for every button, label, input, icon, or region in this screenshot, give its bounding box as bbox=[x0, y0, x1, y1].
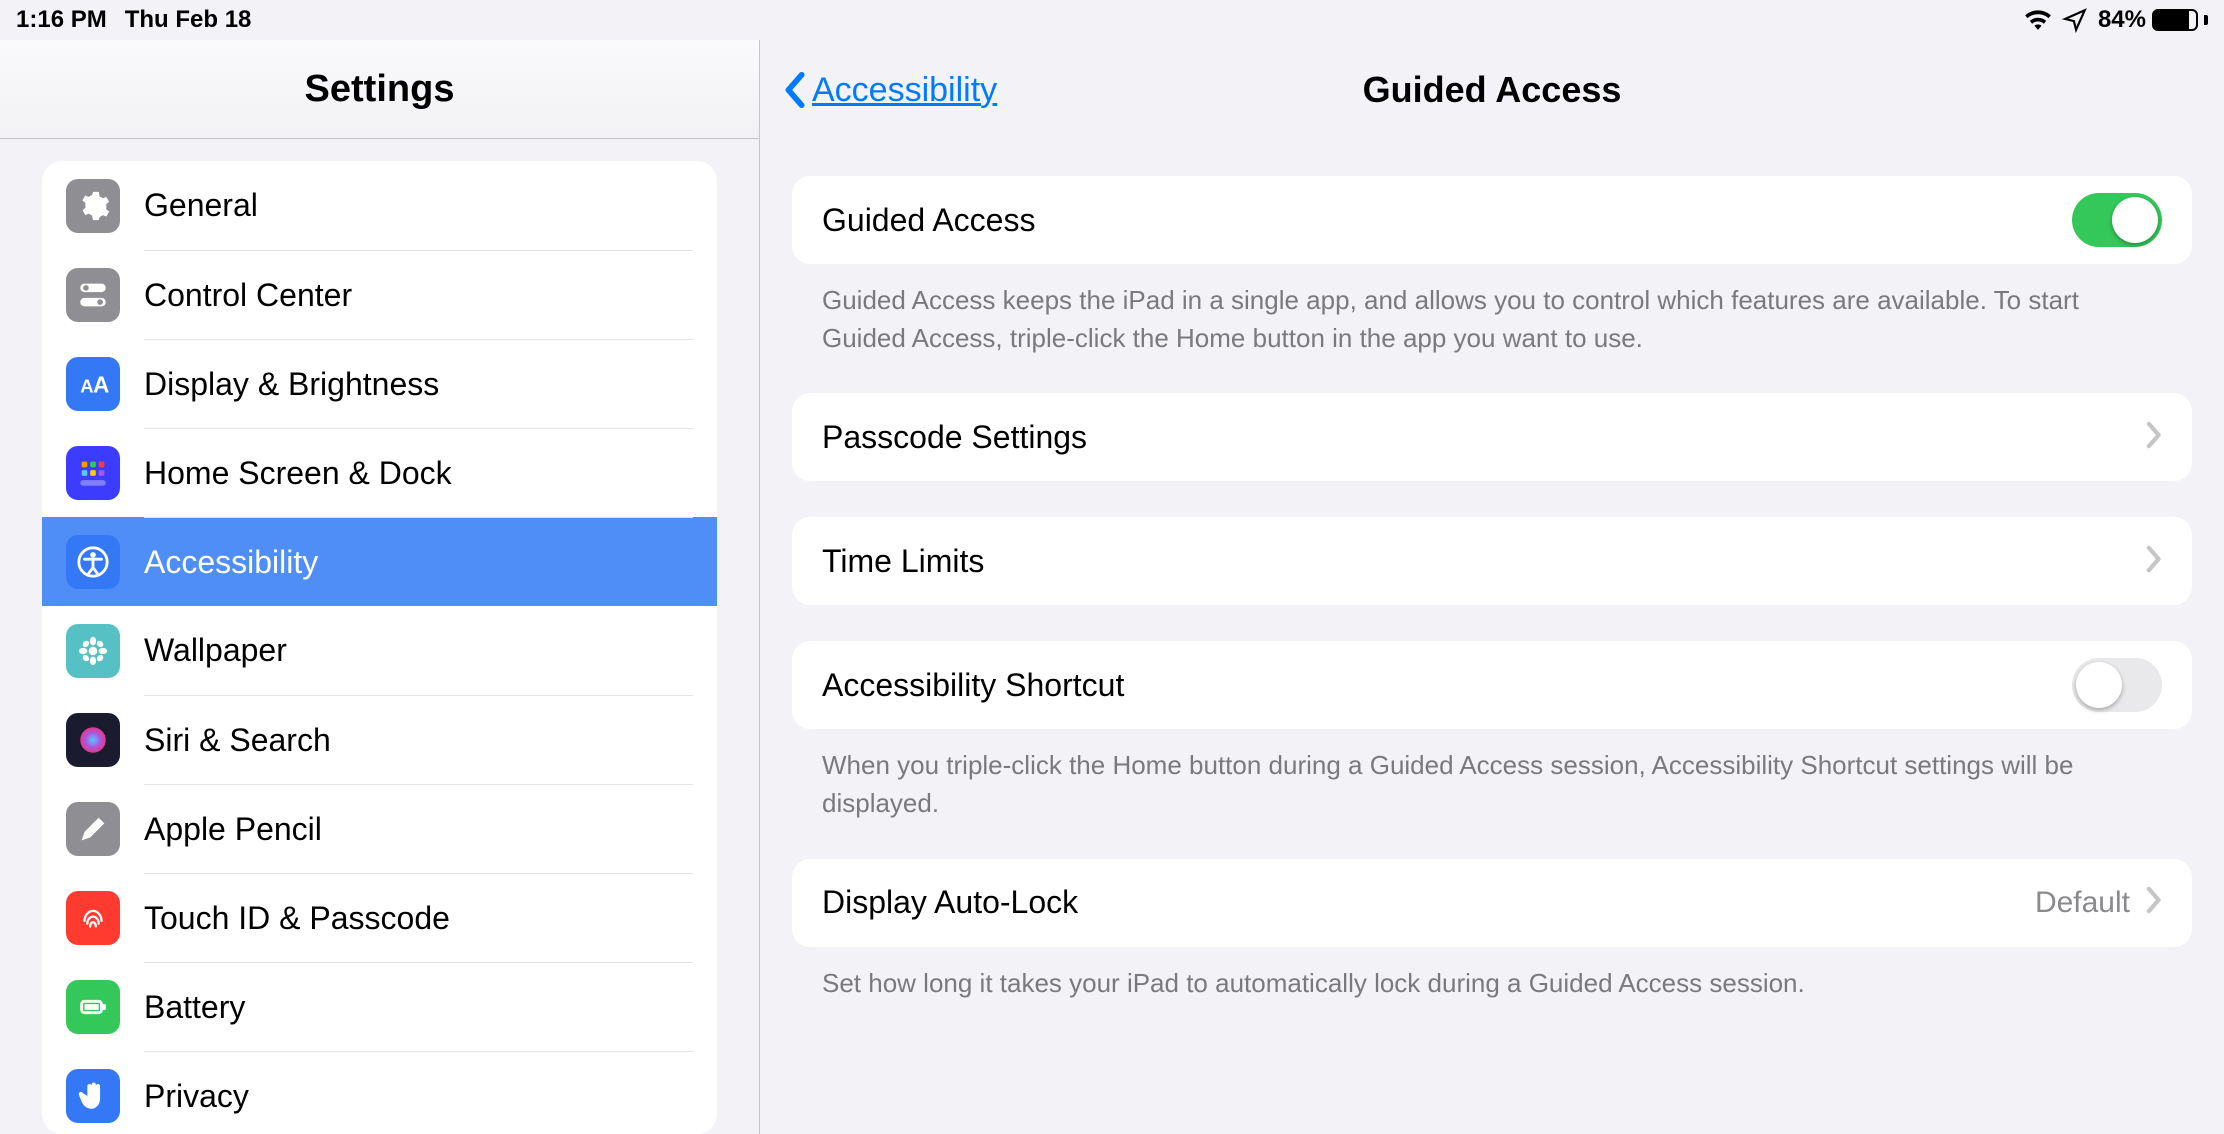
chevron-left-icon bbox=[784, 71, 808, 109]
sidebar-item-label: Wallpaper bbox=[144, 632, 287, 669]
group-footer: Set how long it takes your iPad to autom… bbox=[792, 947, 2192, 1003]
sidebar-item-home-screen-dock[interactable]: Home Screen & Dock bbox=[42, 428, 717, 517]
detail-title: Guided Access bbox=[1363, 69, 1622, 111]
app-grid-icon bbox=[66, 446, 120, 500]
row-passcode-settings[interactable]: Passcode Settings bbox=[792, 393, 2192, 481]
row-time-limits[interactable]: Time Limits bbox=[792, 517, 2192, 605]
sidebar-item-general[interactable]: General bbox=[42, 161, 717, 250]
chevron-right-icon bbox=[2144, 545, 2162, 578]
svg-text:A: A bbox=[93, 371, 109, 397]
row-label: Display Auto-Lock bbox=[822, 884, 1078, 921]
group-time-limits: Time Limits bbox=[792, 517, 2192, 605]
siri-icon bbox=[66, 713, 120, 767]
sidebar-item-label: Control Center bbox=[144, 277, 352, 314]
sidebar-item-label: Display & Brightness bbox=[144, 366, 439, 403]
sidebar-item-label: Accessibility bbox=[144, 544, 318, 581]
sidebar-item-label: Battery bbox=[144, 989, 245, 1026]
flower-icon bbox=[66, 624, 120, 678]
sidebar-item-touch-id-passcode[interactable]: Touch ID & Passcode bbox=[42, 873, 717, 962]
sidebar-item-privacy[interactable]: Privacy bbox=[42, 1051, 717, 1134]
group-passcode-settings: Passcode Settings bbox=[792, 393, 2192, 481]
sidebar-item-label: Siri & Search bbox=[144, 722, 331, 759]
fingerprint-icon bbox=[66, 891, 120, 945]
battery-icon bbox=[66, 980, 120, 1034]
text-size-icon: AA bbox=[66, 357, 120, 411]
sidebar-item-wallpaper[interactable]: Wallpaper bbox=[42, 606, 717, 695]
group-display-auto-lock: Display Auto-Lock Default Set how long i… bbox=[792, 859, 2192, 1003]
detail-pane: Accessibility Guided Access Guided Acces… bbox=[760, 40, 2224, 1134]
sidebar-list: General Control Center AA Display & Brig… bbox=[42, 161, 717, 1134]
row-label: Time Limits bbox=[822, 543, 984, 580]
gear-icon bbox=[66, 179, 120, 233]
settings-sidebar: Settings General Control Center AA Displ… bbox=[0, 40, 760, 1134]
row-display-auto-lock[interactable]: Display Auto-Lock Default bbox=[792, 859, 2192, 947]
row-label: Passcode Settings bbox=[822, 419, 1087, 456]
hand-icon bbox=[66, 1069, 120, 1123]
sidebar-item-label: Home Screen & Dock bbox=[144, 455, 452, 492]
sidebar-item-apple-pencil[interactable]: Apple Pencil bbox=[42, 784, 717, 873]
sidebar-title: Settings bbox=[305, 68, 455, 111]
battery-fill bbox=[2154, 11, 2189, 29]
group-accessibility-shortcut: Accessibility Shortcut When you triple-c… bbox=[792, 641, 2192, 822]
sidebar-item-label: General bbox=[144, 187, 258, 224]
svg-text:A: A bbox=[80, 375, 93, 396]
sidebar-item-siri-search[interactable]: Siri & Search bbox=[42, 695, 717, 784]
back-label: Accessibility bbox=[812, 71, 997, 110]
sidebar-item-display-brightness[interactable]: AA Display & Brightness bbox=[42, 339, 717, 428]
guided-access-toggle[interactable] bbox=[2072, 193, 2162, 247]
battery-indicator: 84% bbox=[2098, 6, 2208, 34]
status-date: Thu Feb 18 bbox=[125, 6, 252, 34]
back-button[interactable]: Accessibility bbox=[784, 40, 997, 140]
sidebar-item-label: Touch ID & Passcode bbox=[144, 900, 450, 937]
sidebar-item-control-center[interactable]: Control Center bbox=[42, 250, 717, 339]
toggle-switches-icon bbox=[66, 268, 120, 322]
wifi-icon bbox=[2024, 9, 2052, 31]
detail-header: Accessibility Guided Access bbox=[760, 40, 2224, 140]
status-bar: 1:16 PM Thu Feb 18 84% bbox=[0, 0, 2224, 40]
sidebar-header: Settings bbox=[0, 40, 759, 139]
accessibility-shortcut-toggle[interactable] bbox=[2072, 658, 2162, 712]
status-time: 1:16 PM bbox=[16, 6, 107, 34]
group-footer: When you triple-click the Home button du… bbox=[792, 729, 2192, 822]
row-label: Accessibility Shortcut bbox=[822, 667, 1124, 704]
sidebar-item-battery[interactable]: Battery bbox=[42, 962, 717, 1051]
accessibility-icon bbox=[66, 535, 120, 589]
sidebar-item-label: Privacy bbox=[144, 1078, 249, 1115]
group-footer: Guided Access keeps the iPad in a single… bbox=[792, 264, 2192, 357]
chevron-right-icon bbox=[2144, 886, 2162, 919]
row-accessibility-shortcut[interactable]: Accessibility Shortcut bbox=[792, 641, 2192, 729]
location-icon bbox=[2062, 7, 2088, 33]
row-value: Default bbox=[2035, 886, 2130, 920]
battery-pct: 84% bbox=[2098, 6, 2146, 34]
pencil-icon bbox=[66, 802, 120, 856]
chevron-right-icon bbox=[2144, 421, 2162, 454]
row-label: Guided Access bbox=[822, 202, 1035, 239]
group-guided-access-toggle: Guided Access Guided Access keeps the iP… bbox=[792, 176, 2192, 357]
sidebar-item-label: Apple Pencil bbox=[144, 811, 322, 848]
sidebar-item-accessibility[interactable]: Accessibility bbox=[42, 517, 717, 606]
row-guided-access[interactable]: Guided Access bbox=[792, 176, 2192, 264]
